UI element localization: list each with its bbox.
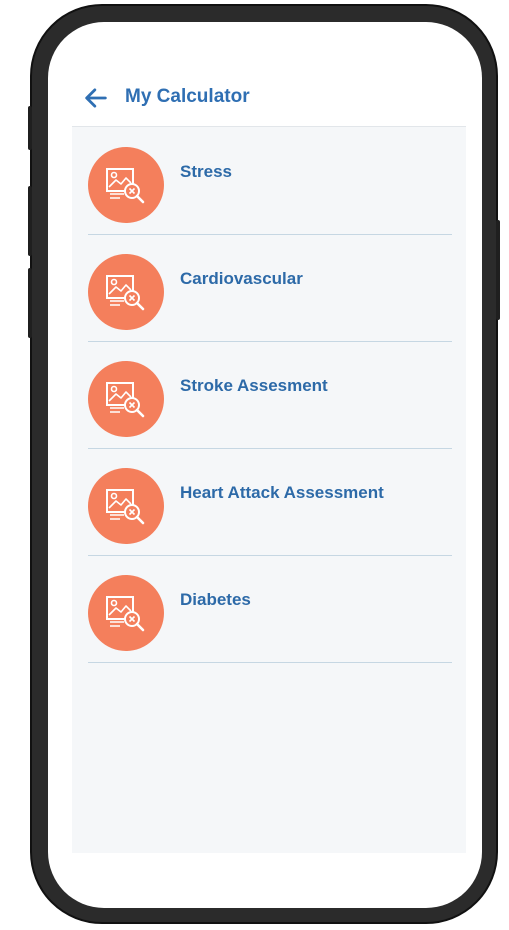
image-search-icon xyxy=(106,596,145,632)
volume-up-button xyxy=(28,186,32,256)
calculator-icon-badge xyxy=(88,468,164,544)
calculator-list: Stress Cardiovascular Stroke Assesment H… xyxy=(72,126,466,853)
app-header: My Calculator xyxy=(48,22,482,126)
calculator-item-stress[interactable]: Stress xyxy=(88,127,452,235)
calculator-item-label: Stroke Assesment xyxy=(180,376,328,395)
calculator-item-label: Cardiovascular xyxy=(180,269,303,288)
phone-screen: My Calculator Stress Cardiovascular Stro… xyxy=(48,22,482,908)
calculator-icon-badge xyxy=(88,254,164,330)
image-search-icon xyxy=(106,275,145,311)
arrow-left-icon xyxy=(85,88,107,108)
mute-switch xyxy=(28,106,32,150)
calculator-item-cardiovascular[interactable]: Cardiovascular xyxy=(88,234,452,342)
calculator-item-label: Stress xyxy=(180,162,232,181)
calculator-icon-badge xyxy=(88,575,164,651)
calculator-item-label: Diabetes xyxy=(180,590,251,609)
page-title: My Calculator xyxy=(125,86,250,107)
calculator-item-heart-attack-assessment[interactable]: Heart Attack Assessment xyxy=(88,448,452,556)
calculator-icon-badge xyxy=(88,147,164,223)
calculator-item-stroke-assesment[interactable]: Stroke Assesment xyxy=(88,341,452,449)
image-search-icon xyxy=(106,489,145,525)
volume-down-button xyxy=(28,268,32,338)
power-button xyxy=(496,220,500,320)
calculator-item-label: Heart Attack Assessment xyxy=(180,483,384,502)
calculator-icon-badge xyxy=(88,361,164,437)
calculator-item-diabetes[interactable]: Diabetes xyxy=(88,555,452,663)
image-search-icon xyxy=(106,382,145,418)
image-search-icon xyxy=(106,168,145,204)
back-button[interactable] xyxy=(82,84,110,112)
